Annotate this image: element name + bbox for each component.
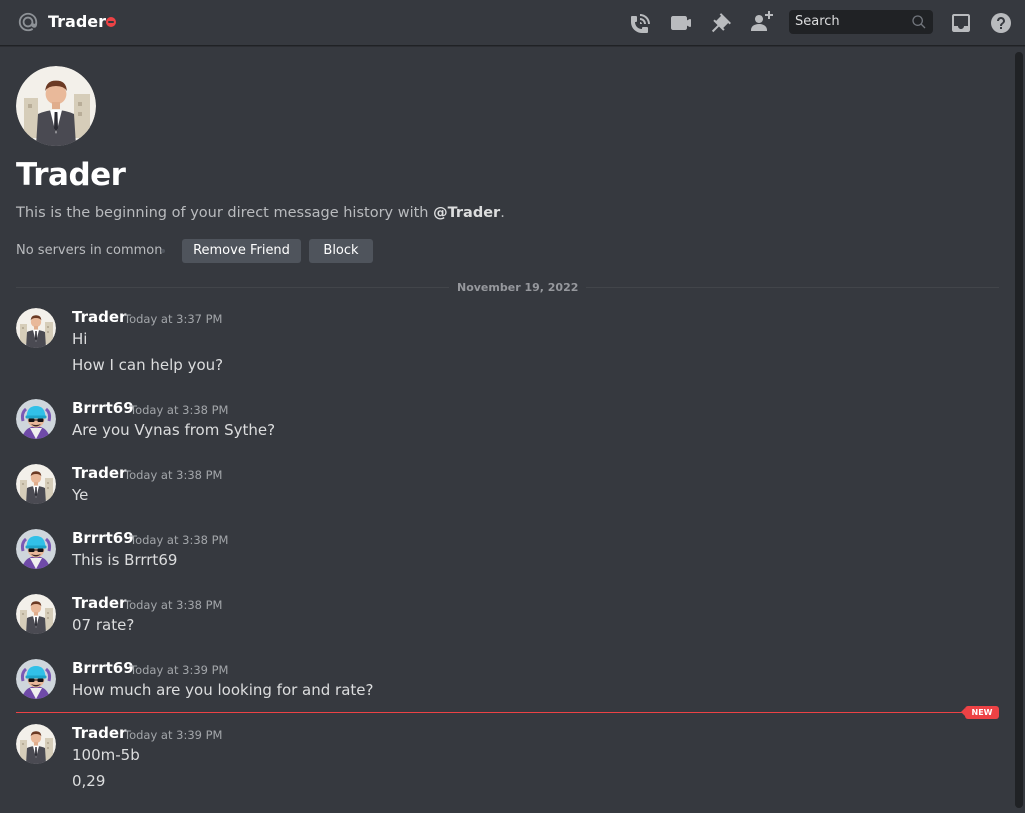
message-author[interactable]: Brrrt69 [72,398,134,418]
message-text: Hi [72,330,88,348]
new-messages-badge: NEW [961,706,999,719]
message-timestamp: Today at 3:37 PM [124,312,223,326]
search-icon [912,15,926,29]
avatar[interactable] [16,724,56,764]
message-timestamp: Today at 3:39 PM [130,663,229,677]
channel-title: Trader [48,12,107,31]
block-button[interactable]: Block [309,239,373,263]
message-author[interactable]: Trader [72,723,126,743]
avatar[interactable] [16,594,56,634]
avatar[interactable] [16,308,56,348]
scrollbar[interactable] [1015,52,1023,808]
at-icon [18,12,38,32]
message-author[interactable]: Trader [72,463,126,483]
search-placeholder: Search [795,14,840,29]
channel-header: Trader Search [0,0,1025,46]
message-timestamp: Today at 3:38 PM [124,598,223,612]
message-text: Ye [72,486,89,504]
avatar[interactable] [16,659,56,699]
message-text: 100m-5b [72,746,140,764]
history-intro: This is the beginning of your direct mes… [16,205,505,221]
message-timestamp: Today at 3:38 PM [130,533,229,547]
message-author[interactable]: Brrrt69 [72,658,134,678]
pinned-messages-icon[interactable] [709,11,733,35]
mutual-servers-text: No servers in common [16,243,163,258]
message-text: How much are you looking for and rate? [72,681,374,699]
message-text: This is Brrrt69 [72,551,178,569]
inbox-icon[interactable] [949,11,973,35]
help-icon[interactable] [989,11,1013,35]
message-text: 0,29 [72,772,106,790]
avatar[interactable] [16,399,56,439]
remove-friend-button[interactable]: Remove Friend [182,239,301,263]
date-divider-label: November 19, 2022 [449,280,587,295]
avatar[interactable] [16,464,56,504]
message-text: How I can help you? [72,356,224,374]
add-friend-icon[interactable] [749,11,773,35]
message-timestamp: Today at 3:38 PM [130,403,229,417]
message-author[interactable]: Trader [72,307,126,327]
message-author[interactable]: Trader [72,593,126,613]
separator-dot [161,249,165,253]
search-input[interactable]: Search [789,10,933,34]
message-text: Are you Vynas from Sythe? [72,421,276,439]
trader-profile-avatar [16,66,96,146]
message-author[interactable]: Brrrt69 [72,528,134,548]
avatar[interactable] [16,529,56,569]
new-messages-divider [16,712,976,713]
scrollbar-thumb[interactable] [1015,52,1023,808]
profile-name: Trader [16,157,126,193]
status-indicator [106,17,116,27]
message-timestamp: Today at 3:38 PM [124,468,223,482]
history-handle: @Trader [433,205,501,221]
video-call-icon[interactable] [669,11,693,35]
message-timestamp: Today at 3:39 PM [124,728,223,742]
voice-call-icon[interactable] [629,11,653,35]
message-text: 07 rate? [72,616,135,634]
